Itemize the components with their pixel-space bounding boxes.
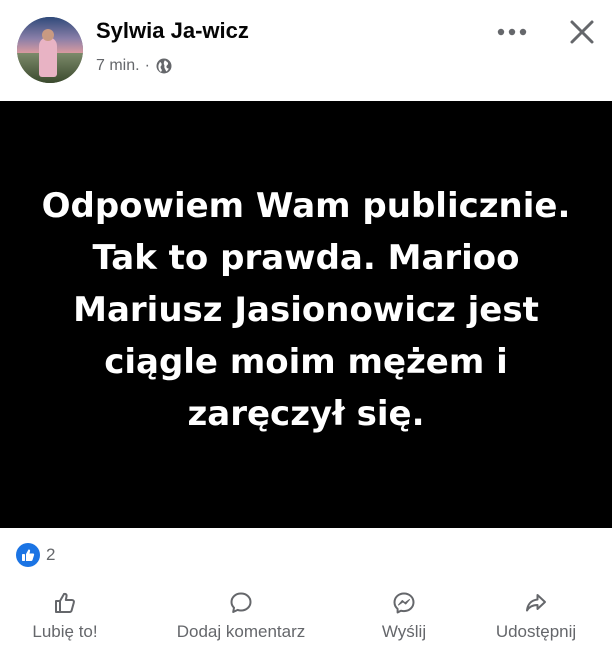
share-label: Udostępnij (495, 622, 577, 641)
thumbs-up-icon (52, 590, 78, 616)
author-name[interactable]: Sylwia Ja-wicz (96, 18, 249, 44)
post-time[interactable]: 7 min. (96, 57, 140, 75)
send-button[interactable]: Wyślij (372, 590, 436, 646)
avatar[interactable] (17, 17, 83, 83)
more-dots-icon (497, 28, 527, 36)
post-header: Sylwia Ja-wicz 7 min. · (0, 0, 612, 101)
action-bar: Lubię to! Dodaj komentarz Wyślij Udostęp… (0, 590, 612, 648)
comment-button[interactable]: Dodaj komentarz (158, 590, 324, 646)
reactions-summary[interactable]: 2 (16, 542, 55, 568)
like-label: Lubię to! (32, 622, 98, 641)
send-label: Wyślij (381, 622, 427, 641)
meta-separator: · (144, 57, 150, 74)
messenger-icon (391, 590, 417, 616)
comment-icon (228, 590, 254, 616)
post-text: Odpowiem Wam publicznie. Tak to prawda. … (41, 185, 571, 434)
reaction-count: 2 (46, 545, 56, 564)
comment-label: Dodaj komentarz (176, 622, 306, 641)
more-options-button[interactable] (492, 18, 532, 46)
share-button[interactable]: Udostępnij (482, 590, 590, 646)
close-button[interactable] (562, 14, 602, 50)
share-icon (523, 590, 549, 616)
like-button[interactable]: Lubię to! (22, 590, 108, 646)
post-meta: 7 min. · (96, 56, 172, 76)
globe-icon (156, 58, 172, 74)
like-icon (16, 543, 40, 567)
close-icon (570, 20, 594, 44)
post-image[interactable]: Odpowiem Wam publicznie. Tak to prawda. … (0, 101, 612, 528)
